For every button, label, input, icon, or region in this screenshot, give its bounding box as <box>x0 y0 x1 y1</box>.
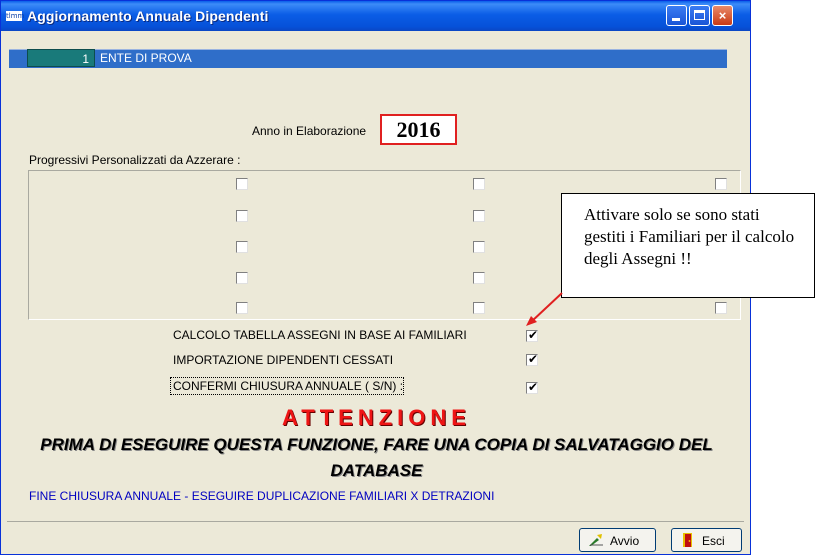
callout-arrow <box>526 292 563 326</box>
